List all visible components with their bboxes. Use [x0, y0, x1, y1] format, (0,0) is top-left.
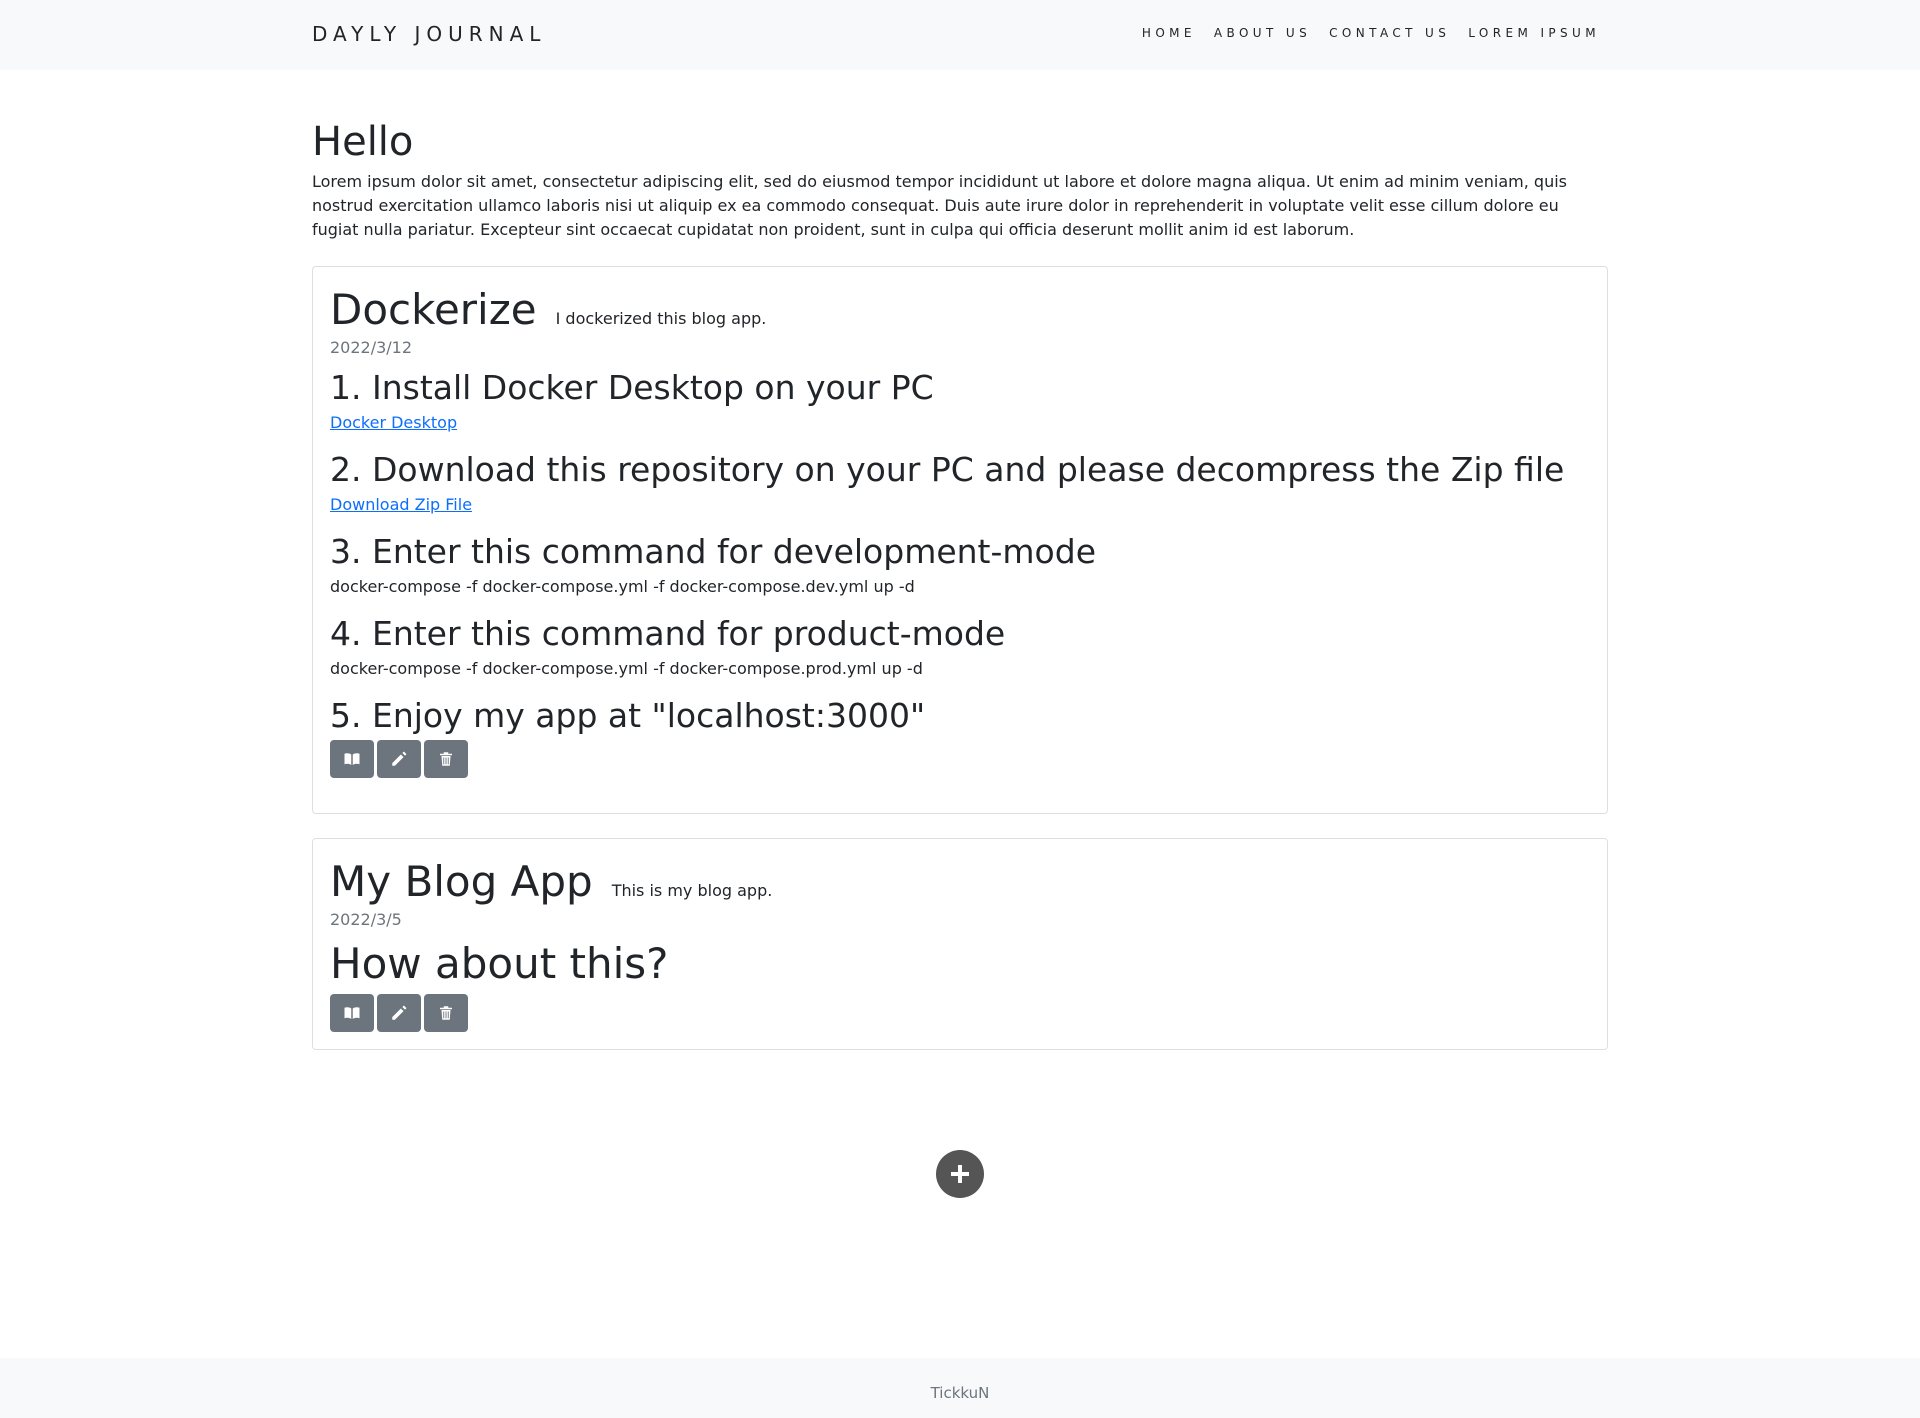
post-step-heading: 4. Enter this command for product-mode [330, 614, 1006, 653]
post-body-heading: How about this? [330, 939, 669, 988]
trash-icon [440, 752, 452, 766]
pencil-icon [392, 751, 407, 766]
trash-icon [440, 1006, 452, 1020]
delete-button[interactable] [424, 740, 468, 778]
post-step-heading: 2. Download this repository on your PC a… [330, 450, 1565, 489]
footer: TickkuN [0, 1358, 1920, 1418]
post-title-row: Dockerize I dockerized this blog app. [330, 284, 1590, 336]
plus-icon [951, 1165, 969, 1183]
post-subtitle: I dockerized this blog app. [555, 309, 767, 328]
edit-button[interactable] [377, 740, 421, 778]
add-post-button[interactable] [936, 1150, 984, 1198]
command-text: docker-compose -f docker-compose.yml -f … [330, 577, 915, 596]
delete-button[interactable] [424, 994, 468, 1032]
edit-button[interactable] [377, 994, 421, 1032]
post-title: Dockerize [330, 285, 537, 334]
read-button[interactable] [330, 994, 374, 1032]
post-actions [330, 740, 1590, 778]
nav-links: HOME ABOUT US CONTACT US LOREM IPSUM [1142, 26, 1600, 40]
nav-home[interactable]: HOME [1142, 26, 1196, 40]
download-zip-link[interactable]: Download Zip File [330, 494, 472, 516]
navbar: DAYLY JOURNAL HOME ABOUT US CONTACT US L… [0, 0, 1920, 70]
brand-logo[interactable]: DAYLY JOURNAL [312, 22, 546, 46]
book-icon [344, 1007, 360, 1019]
intro-section: Hello Lorem ipsum dolor sit amet, consec… [312, 118, 1608, 242]
intro-heading: Hello [312, 119, 414, 165]
post-date: 2022/3/5 [330, 910, 402, 929]
post-actions [330, 994, 1590, 1032]
post-card: My Blog App This is my blog app. 2022/3/… [312, 838, 1608, 1050]
post-step-heading: 5. Enjoy my app at "localhost:3000" [330, 696, 926, 735]
post-subtitle: This is my blog app. [611, 881, 773, 900]
pencil-icon [392, 1005, 407, 1020]
footer-text: TickkuN [930, 1384, 990, 1402]
post-step-heading: 1. Install Docker Desktop on your PC [330, 368, 934, 407]
read-button[interactable] [330, 740, 374, 778]
post-date: 2022/3/12 [330, 338, 413, 357]
intro-text: Lorem ipsum dolor sit amet, consectetur … [312, 172, 1567, 239]
nav-contact-us[interactable]: CONTACT US [1329, 26, 1450, 40]
post-title-row: My Blog App This is my blog app. [330, 856, 1590, 908]
post-card: Dockerize I dockerized this blog app. 20… [312, 266, 1608, 814]
nav-lorem-ipsum[interactable]: LOREM IPSUM [1468, 26, 1600, 40]
command-text: docker-compose -f docker-compose.yml -f … [330, 659, 923, 678]
post-title: My Blog App [330, 857, 593, 906]
post-step-heading: 3. Enter this command for development-mo… [330, 532, 1096, 571]
docker-desktop-link[interactable]: Docker Desktop [330, 412, 457, 434]
nav-about-us[interactable]: ABOUT US [1214, 26, 1311, 40]
book-icon [344, 753, 360, 765]
